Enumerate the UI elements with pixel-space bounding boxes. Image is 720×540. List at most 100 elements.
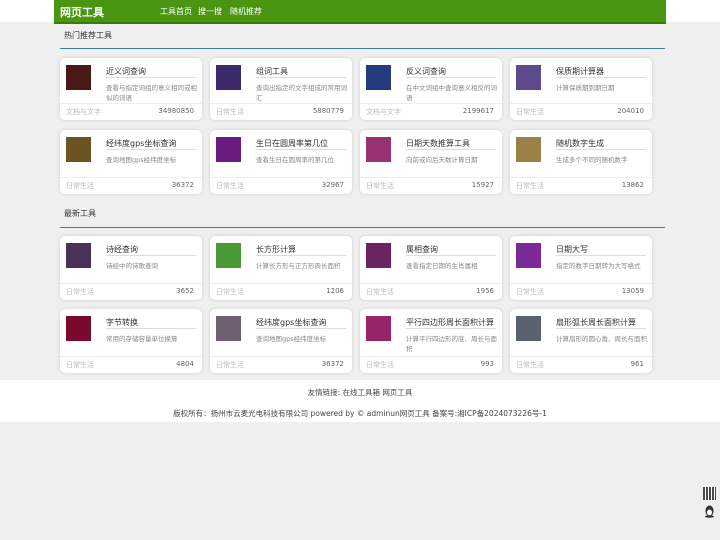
tool-thumbnail[interactable]	[66, 65, 91, 90]
tool-title[interactable]: 经纬度gps坐标查询	[256, 317, 326, 328]
tool-description: 查看与指定词组的意义相同或相似的词语	[106, 84, 197, 102]
tool-view-count: 15927	[471, 181, 494, 189]
tool-thumbnail[interactable]	[516, 316, 541, 341]
tool-card[interactable]: 反义词查询 在中文词组中查询意义相反的词语 文档与文字 2199617	[360, 58, 502, 120]
tool-view-count: 1956	[476, 287, 494, 295]
tool-card[interactable]: 组词工具 查询出指定的文字组成的常用词汇 日常生活 5880779	[210, 58, 352, 120]
tool-card[interactable]: 生日在圆周率第几位 查看生日在圆周率的第几位 日常生活 32967	[210, 130, 352, 194]
tool-thumbnail[interactable]	[366, 316, 391, 341]
nav-bar: 网页工具 工具首页 搜一搜 随机推荐	[54, 0, 666, 24]
tool-card[interactable]: 近义词查询 查看与指定词组的意义相同或相似的词语 文档与文字 34980850	[60, 58, 202, 120]
tool-title[interactable]: 诗经查询	[106, 244, 138, 255]
tool-thumbnail[interactable]	[66, 316, 91, 341]
card-footer-divider	[210, 177, 352, 178]
tool-thumbnail[interactable]	[66, 243, 91, 268]
card-footer-divider	[210, 103, 352, 104]
footer: 友情链接: 在线工具箱 网页工具 版权所有：扬州市云麦光电科技有限公司 powe…	[0, 380, 720, 422]
tool-title[interactable]: 近义词查询	[106, 66, 146, 77]
tool-card[interactable]: 字节转换常用的存储容量单位换算日常生活 4804	[60, 309, 202, 373]
tool-title[interactable]: 字节转换	[106, 317, 138, 328]
title-divider	[106, 255, 196, 256]
tool-title[interactable]: 属相查询	[406, 244, 438, 255]
tool-category: 日常生活	[216, 361, 244, 369]
tool-card[interactable]: 属相查询 查看指定日期的生肖属相 日常生活 1956	[360, 236, 502, 300]
section-divider	[60, 48, 665, 49]
tool-category: 日常生活	[366, 182, 394, 190]
tool-card[interactable]: 诗经查询 诗经中的诗歌查询 日常生活 3652	[60, 236, 202, 300]
section-title-hot: 热门推荐工具	[64, 31, 112, 40]
tool-card[interactable]: 经纬度gps坐标查询 查询地图gps经纬度坐标日常生活 36372	[210, 309, 352, 373]
tool-description: 向前或向后天数计算日期	[406, 156, 478, 164]
tool-description: 查看生日在圆周率的第几位	[256, 156, 334, 164]
tool-thumbnail[interactable]	[216, 137, 241, 162]
tool-view-count: 204010	[617, 107, 644, 115]
tool-thumbnail[interactable]	[516, 243, 541, 268]
nav-link-home[interactable]: 工具首页	[160, 6, 192, 17]
tool-title[interactable]: 保质期计算器	[556, 66, 604, 77]
tool-category: 日常生活	[66, 361, 94, 369]
tool-category: 日常生活	[216, 108, 244, 116]
tool-description: 指定的数字日期转为大写格式	[556, 262, 641, 270]
tool-card[interactable]: 平行四边形周长面积计算 计算平行四边形的底、周长与面积 日常生活 993	[360, 309, 502, 373]
tool-card[interactable]: 经纬度gps坐标查询 查询地图gps经纬度坐标 日常生活 36372	[60, 130, 202, 194]
nav-link-search[interactable]: 搜一搜	[198, 6, 222, 17]
tool-view-count: 13862	[621, 181, 644, 189]
tool-card[interactable]: 长方形计算计算长方形与正方形周长面积日常生活 1206	[210, 236, 352, 300]
tool-title[interactable]: 组词工具	[256, 66, 288, 77]
tool-card[interactable]: 保质期计算器 计算保质期到期日期 日常生活 204010	[510, 58, 652, 120]
tool-thumbnail[interactable]	[516, 65, 541, 90]
tool-view-count: 3652	[176, 287, 194, 295]
footer-friend-links[interactable]: 友情链接: 在线工具箱 网页工具	[0, 387, 720, 398]
tool-thumbnail[interactable]	[216, 243, 241, 268]
tool-view-count: 993	[480, 360, 494, 368]
tool-description: 计算长方形与正方形周长面积	[256, 262, 341, 270]
tool-category: 日常生活	[516, 361, 544, 369]
tool-title[interactable]: 随机数字生成	[556, 138, 604, 149]
tool-thumbnail[interactable]	[516, 137, 541, 162]
tool-title[interactable]: 经纬度gps坐标查询	[106, 138, 176, 149]
tool-category: 日常生活	[216, 288, 244, 296]
tool-card[interactable]: 扇形弧长周长面积计算 计算扇形的圆心角、周长与面积 日常生活 961	[510, 309, 652, 373]
tool-description: 计算保质期到期日期	[556, 84, 615, 92]
tool-view-count: 36372	[321, 360, 344, 368]
title-divider	[556, 77, 646, 78]
title-divider	[256, 255, 346, 256]
qq-penguin-icon[interactable]	[704, 505, 715, 518]
title-divider	[256, 149, 346, 150]
card-footer-divider	[510, 356, 652, 357]
tool-title[interactable]: 平行四边形周长面积计算	[406, 317, 494, 328]
nav-link-random[interactable]: 随机推荐	[230, 6, 262, 17]
tool-category: 文档与文字	[366, 108, 401, 116]
tool-thumbnail[interactable]	[366, 137, 391, 162]
title-divider	[256, 77, 346, 78]
tool-title[interactable]: 日期天数推算工具	[406, 138, 470, 149]
site-logo[interactable]: 网页工具	[60, 4, 104, 20]
tool-title[interactable]: 扇形弧长周长面积计算	[556, 317, 636, 328]
tool-description: 常用的存储容量单位换算	[106, 335, 178, 343]
tool-title[interactable]: 生日在圆周率第几位	[256, 138, 328, 149]
tool-thumbnail[interactable]	[66, 137, 91, 162]
tool-description: 计算平行四边形的底、周长与面积	[406, 335, 497, 353]
tool-view-count: 4804	[176, 360, 194, 368]
title-divider	[556, 255, 646, 256]
tool-thumbnail[interactable]	[216, 65, 241, 90]
title-divider	[556, 149, 646, 150]
section-title-new: 最新工具	[64, 209, 96, 218]
tool-description: 查询地图gps经纬度坐标	[256, 335, 327, 343]
tool-card[interactable]: 日期天数推算工具 向前或向后天数计算日期日常生活 15927	[360, 130, 502, 194]
tool-title[interactable]: 日期大写	[556, 244, 588, 255]
footer-copyright: 版权所有：扬州市云麦光电科技有限公司 powered by © adminun网…	[173, 409, 547, 418]
tool-card[interactable]: 随机数字生成 生成多个不同的随机数字 日常生活 13862	[510, 130, 652, 194]
tool-description: 生成多个不同的随机数字	[556, 156, 628, 164]
card-footer-divider	[360, 103, 502, 104]
tool-thumbnail[interactable]	[366, 65, 391, 90]
card-footer-divider	[210, 283, 352, 284]
tool-thumbnail[interactable]	[366, 243, 391, 268]
qr-code-icon[interactable]	[703, 487, 716, 500]
tool-title[interactable]: 长方形计算	[256, 244, 296, 255]
title-divider	[406, 255, 496, 256]
tool-view-count: 1206	[326, 287, 344, 295]
tool-card[interactable]: 日期大写 指定的数字日期转为大写格式 日常生活 13059	[510, 236, 652, 300]
tool-title[interactable]: 反义词查询	[406, 66, 446, 77]
tool-thumbnail[interactable]	[216, 316, 241, 341]
